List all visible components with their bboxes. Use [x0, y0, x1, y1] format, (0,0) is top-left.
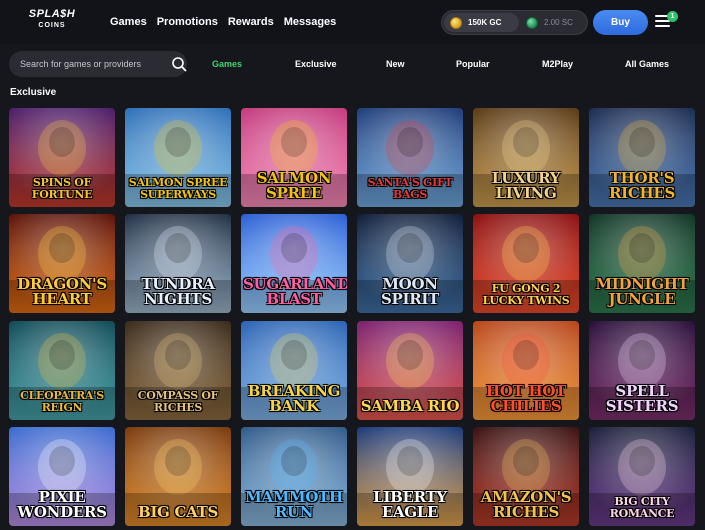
- currency-switcher: 150K GC 2.00 SC: [441, 10, 588, 35]
- game-title: Amazon's Riches: [480, 488, 572, 521]
- splash-coins-logo[interactable]: SPLA$H COINS: [26, 9, 78, 37]
- game-tile[interactable]: Liberty Eagle: [357, 427, 463, 526]
- game-title: Moon Spirit: [381, 275, 439, 308]
- game-tile[interactable]: Salmon Spree: [241, 108, 347, 207]
- game-title: Luxury Living: [491, 169, 561, 202]
- game-tile[interactable]: Big City Romance: [589, 427, 695, 526]
- game-tile[interactable]: Salmon Spree Superways: [125, 108, 231, 207]
- logo-subtext: COINS: [38, 22, 66, 29]
- game-title: Spell Sisters: [605, 382, 679, 415]
- game-tile[interactable]: Pixie Wonders: [9, 427, 115, 526]
- game-title: Hot Hot Chilies: [486, 382, 566, 415]
- game-tile[interactable]: Moon Spirit: [357, 214, 463, 313]
- logo-text: SPLA$H: [28, 8, 76, 20]
- gold-coin-icon: [450, 16, 462, 29]
- nav-promotions[interactable]: Promotions: [157, 16, 218, 28]
- sweeps-coin-icon: [526, 16, 538, 29]
- game-title: Midnight Jungle: [595, 275, 689, 308]
- game-title: Pixie Wonders: [17, 488, 107, 521]
- game-title: Compass of Riches: [137, 389, 219, 414]
- game-tile[interactable]: Sugarland Blast: [241, 214, 347, 313]
- category-tabs: Games Exclusive New Popular M2Play All G…: [200, 51, 700, 77]
- game-title: Liberty Eagle: [373, 488, 447, 521]
- tab-all-games[interactable]: All Games: [625, 51, 669, 77]
- game-tile[interactable]: Dragon's Heart: [9, 214, 115, 313]
- game-tile[interactable]: Compass of Riches: [125, 321, 231, 420]
- tab-exclusive[interactable]: Exclusive: [295, 51, 337, 77]
- game-title: Big City Romance: [609, 495, 675, 520]
- game-tile[interactable]: Thor's Riches: [589, 108, 695, 207]
- game-tile[interactable]: Samba Rio: [357, 321, 463, 420]
- gold-coins-balance: 150K GC: [468, 18, 502, 27]
- game-tile[interactable]: Big Cats: [125, 427, 231, 526]
- game-tile[interactable]: Hot Hot Chilies: [473, 321, 579, 420]
- gold-coins-toggle[interactable]: 150K GC: [444, 13, 519, 32]
- search-icon[interactable]: [171, 56, 187, 72]
- game-title: Spins of Fortune: [31, 176, 93, 201]
- game-title: Dragon's Heart: [17, 275, 107, 308]
- top-header: SPLA$H COINS Games Promotions Rewards Me…: [0, 0, 705, 44]
- buy-button[interactable]: Buy: [593, 10, 648, 35]
- search-bar: [9, 51, 187, 77]
- tab-new[interactable]: New: [386, 51, 405, 77]
- sweeps-coins-balance: 2.00 SC: [544, 18, 573, 27]
- tab-games[interactable]: Games: [212, 51, 242, 77]
- game-tile[interactable]: Santa's Gift Bags: [357, 108, 463, 207]
- game-title: Cleopatra's Reign: [20, 389, 104, 414]
- game-title: Sugarland Blast: [243, 275, 347, 308]
- game-tile[interactable]: Fu Gong 2 Lucky Twins: [473, 214, 579, 313]
- game-title: Mammoth Run: [245, 488, 343, 521]
- game-title: Samba Rio: [360, 397, 460, 415]
- main-nav: Games Promotions Rewards Messages: [110, 0, 336, 44]
- game-title: Thor's Riches: [608, 169, 676, 202]
- tab-popular[interactable]: Popular: [456, 51, 490, 77]
- section-title: Exclusive: [10, 87, 57, 98]
- sweeps-coins-toggle[interactable]: 2.00 SC: [526, 13, 586, 32]
- game-title: Tundra Nights: [141, 275, 215, 308]
- tab-m2play[interactable]: M2Play: [542, 51, 573, 77]
- nav-rewards[interactable]: Rewards: [228, 16, 274, 28]
- game-tile[interactable]: Cleopatra's Reign: [9, 321, 115, 420]
- game-title: Salmon Spree: [256, 169, 332, 202]
- game-title: Big Cats: [137, 503, 219, 521]
- game-title: Breaking Bank: [247, 382, 341, 415]
- game-tile[interactable]: Breaking Bank: [241, 321, 347, 420]
- game-tile[interactable]: Amazon's Riches: [473, 427, 579, 526]
- game-title: Fu Gong 2 Lucky Twins: [482, 282, 570, 307]
- game-tile[interactable]: Midnight Jungle: [589, 214, 695, 313]
- nav-messages[interactable]: Messages: [284, 16, 337, 28]
- game-tile[interactable]: Tundra Nights: [125, 214, 231, 313]
- nav-games[interactable]: Games: [110, 16, 147, 28]
- game-tile[interactable]: Luxury Living: [473, 108, 579, 207]
- game-title: Santa's Gift Bags: [367, 176, 453, 201]
- game-tile[interactable]: Mammoth Run: [241, 427, 347, 526]
- game-tile[interactable]: Spins of Fortune: [9, 108, 115, 207]
- game-tile[interactable]: Spell Sisters: [589, 321, 695, 420]
- notification-badge: 1: [667, 11, 678, 22]
- search-input[interactable]: [9, 52, 159, 76]
- game-grid: Spins of Fortune Salmon Spree Superways Sa…: [9, 108, 699, 530]
- game-title: Salmon Spree Superways: [128, 176, 228, 201]
